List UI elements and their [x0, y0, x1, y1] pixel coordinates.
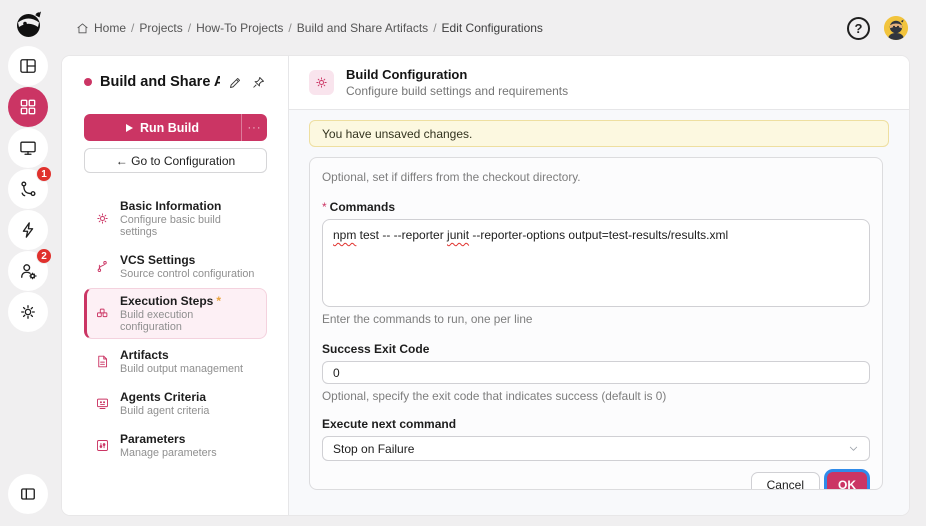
commands-hint: Enter the commands to run, one per line: [322, 312, 533, 326]
icon-rail: 1 2: [0, 0, 56, 526]
branch-icon: [97, 260, 107, 272]
breadcrumb-home[interactable]: Home: [94, 21, 126, 35]
build-configuration-panel: Build Configuration Configure build sett…: [289, 56, 909, 515]
breadcrumb-separator: /: [433, 21, 437, 35]
breadcrumb-separator: /: [288, 21, 292, 35]
help-button[interactable]: ?: [847, 16, 870, 40]
breadcrumb-separator: /: [131, 21, 135, 35]
page-subtitle: Configure build settings and requirement…: [346, 84, 569, 98]
settings-gear-icon: [21, 305, 35, 319]
nav-item-subtitle: Manage parameters: [120, 446, 217, 459]
nav-item-subtitle: Build agent criteria: [120, 404, 210, 417]
exit-code-input[interactable]: [322, 361, 870, 384]
nav-item-subtitle: Build output management: [120, 362, 244, 375]
user-avatar[interactable]: [884, 16, 908, 40]
breadcrumb-edit-configurations[interactable]: Edit Configurations: [442, 21, 543, 35]
required-asterisk: *: [216, 294, 222, 308]
home-icon: [77, 22, 88, 33]
unsaved-changes-banner: You have unsaved changes.: [309, 120, 889, 147]
nav-item-subtitle: Configure basic build settings: [120, 214, 221, 238]
rail-settings-button[interactable]: [8, 292, 48, 332]
next-command-value: Stop on Failure: [333, 441, 415, 456]
build-title: Build and Share Ar...: [100, 74, 220, 90]
build-config-sidebar: Build and Share Ar... Run Build ··· ← Go…: [62, 56, 289, 515]
rail-collapse-button[interactable]: [8, 474, 48, 514]
nav-item-title: Basic Information: [120, 199, 222, 213]
rail-screens-button[interactable]: [8, 128, 48, 168]
edit-pencil-icon[interactable]: [228, 75, 243, 90]
execution-step-form: Optional, set if differs from the checko…: [309, 157, 883, 490]
required-asterisk: *: [322, 200, 327, 214]
build-config-icon-box: [309, 70, 334, 95]
nav-item-vcs-settings[interactable]: VCS Settings Source control configuratio…: [84, 246, 267, 286]
rail-dashboard-button[interactable]: [8, 46, 48, 86]
ok-button[interactable]: OK: [827, 472, 867, 489]
breadcrumb-build-share[interactable]: Build and Share Artifacts: [297, 21, 428, 35]
agent-monitor-icon: [97, 398, 108, 409]
next-command-label: Execute next command: [322, 417, 457, 431]
nav-item-subtitle: Source control configuration: [120, 267, 255, 280]
goto-configuration-button[interactable]: ← Go to Configuration: [84, 148, 267, 173]
pin-icon[interactable]: [251, 75, 266, 90]
panel-content: You have unsaved changes. Optional, set …: [289, 110, 909, 490]
nav-item-title: Agents Criteria: [120, 389, 207, 404]
nav-item-title: Parameters: [120, 431, 186, 446]
run-build-button[interactable]: Run Build ···: [84, 114, 267, 141]
form-actions: Cancel OK: [322, 472, 870, 489]
nav-item-agents-criteria[interactable]: Agents Criteria Build agent criteria: [84, 383, 267, 423]
rail-actions-button[interactable]: [8, 210, 48, 250]
steps-icon: [97, 308, 108, 318]
main-surface: Build and Share Ar... Run Build ··· ← Go…: [62, 56, 909, 515]
layout-dashboard-icon: [20, 59, 36, 73]
settings-nav: Basic Information Configure basic build …: [84, 193, 267, 465]
chevron-down-icon: [849, 446, 858, 451]
commands-text: npm test -- --reporter junit --reporter-…: [333, 228, 729, 242]
commands-textarea[interactable]: npm test -- --reporter junit --reporter-…: [322, 219, 870, 307]
ninja-logo[interactable]: [13, 8, 45, 40]
breadcrumb-projects[interactable]: Projects: [139, 21, 182, 35]
rail-builds-button[interactable]: 1: [8, 166, 52, 209]
artifact-file-icon: [98, 355, 108, 367]
apps-grid-icon: [20, 99, 36, 115]
checkout-directory-hint: Optional, set if differs from the checko…: [322, 170, 581, 184]
collapse-panel-icon: [21, 488, 35, 500]
breadcrumb: Home / Projects / How-To Projects / Buil…: [76, 21, 543, 35]
next-command-select[interactable]: Stop on Failure: [322, 436, 870, 461]
gear-icon: [316, 77, 327, 88]
rail-agents-button[interactable]: 2: [8, 248, 52, 291]
status-dot: [84, 78, 92, 86]
run-build-label: Run Build: [139, 120, 199, 135]
page-title: Build Configuration: [346, 67, 468, 82]
goto-configuration-label: ← Go to Configuration: [115, 153, 236, 168]
nav-item-subtitle: Build execution configuration: [120, 309, 194, 333]
exit-code-hint: Optional, specify the exit code that ind…: [322, 389, 667, 403]
nav-item-basic-information[interactable]: Basic Information Configure basic build …: [84, 193, 267, 244]
lightning-icon: [22, 222, 34, 238]
nav-item-parameters[interactable]: Parameters Manage parameters: [84, 425, 267, 465]
user-gear-icon: [21, 264, 37, 280]
avatar-ninja-icon: [884, 16, 908, 40]
commands-label: * Commands: [322, 200, 396, 214]
cancel-button[interactable]: Cancel: [750, 472, 820, 489]
top-bar: Home / Projects / How-To Projects / Buil…: [56, 0, 926, 56]
builds-hook-icon: [21, 181, 36, 197]
play-icon: [125, 123, 133, 132]
banner-text: You have unsaved changes.: [322, 126, 473, 141]
exit-code-label: Success Exit Code: [322, 342, 430, 356]
nav-item-title: Artifacts: [120, 347, 169, 362]
nav-item-title: Execution Steps *: [120, 294, 222, 308]
nav-item-title: VCS Settings: [120, 252, 196, 267]
breadcrumb-howto-projects[interactable]: How-To Projects: [196, 21, 283, 35]
panel-header: Build Configuration Configure build sett…: [289, 56, 909, 110]
parameters-icon: [97, 439, 108, 451]
monitor-icon: [20, 141, 36, 155]
nav-item-execution-steps[interactable]: Execution Steps * Build execution configu…: [84, 288, 267, 339]
builds-badge: 1: [36, 166, 52, 182]
run-build-more-button[interactable]: ···: [241, 114, 267, 141]
breadcrumb-separator: /: [187, 21, 192, 35]
agents-badge: 2: [36, 248, 52, 264]
rail-projects-button[interactable]: [8, 87, 48, 127]
gear-icon: [97, 213, 108, 224]
nav-item-artifacts[interactable]: Artifacts Build output management: [84, 341, 267, 381]
